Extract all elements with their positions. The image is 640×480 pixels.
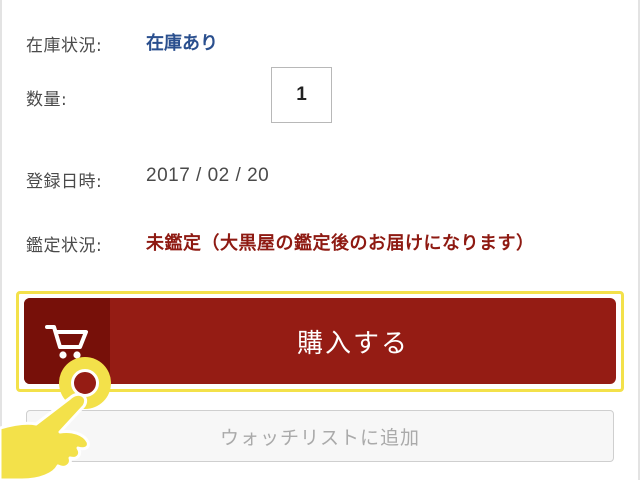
quantity-input[interactable]: 1 (271, 67, 332, 123)
appraisal-status-value: 未鑑定（大黒屋の鑑定後のお届けになります） (146, 233, 535, 254)
stock-status-value: 在庫あり (146, 33, 218, 54)
add-to-watchlist-button[interactable]: ウォッチリストに追加 (26, 410, 614, 462)
registered-date-value: 2017 / 02 / 20 (146, 165, 270, 186)
buy-button[interactable]: 購入する (24, 298, 616, 384)
appraisal-status-label: 鑑定状況: (26, 236, 103, 256)
product-purchase-panel: 在庫状況: 在庫あり 数量: 1 登録日時: 2017 / 02 / 20 鑑定… (0, 0, 640, 480)
pointing-hand-icon (0, 392, 90, 480)
quantity-label: 数量: (26, 90, 68, 110)
registered-date-label: 登録日時: (26, 172, 103, 192)
stock-status-label: 在庫状況: (26, 36, 103, 56)
buy-button-label: 購入する (296, 328, 409, 359)
